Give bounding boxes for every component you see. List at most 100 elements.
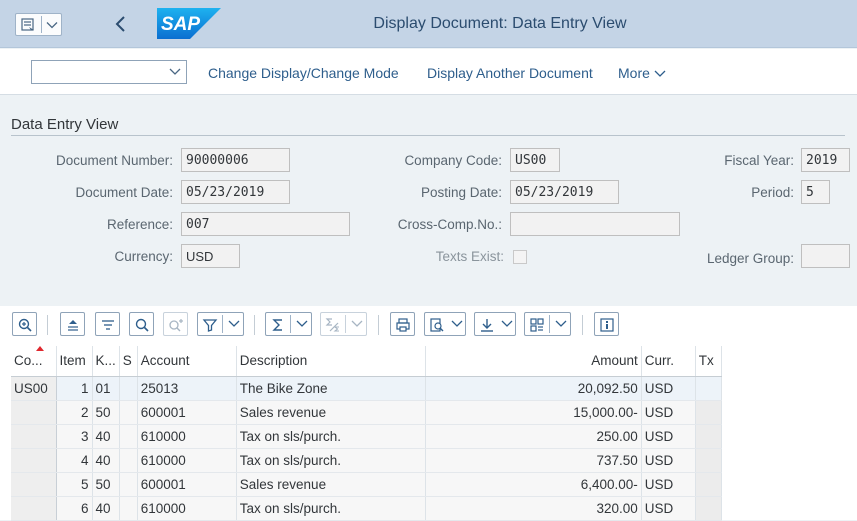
zoom-button[interactable] xyxy=(12,312,37,336)
fiscal-year-label: Fiscal Year: xyxy=(724,153,794,168)
column-header-company-code[interactable]: Co... xyxy=(11,346,57,377)
cell-tx xyxy=(695,424,722,449)
cross-comp-no-field[interactable] xyxy=(510,212,680,236)
filter-button[interactable] xyxy=(197,312,244,336)
column-header-currency[interactable]: Curr. xyxy=(641,346,696,377)
info-button[interactable] xyxy=(594,312,619,336)
toolbar-separator xyxy=(378,315,379,335)
document-date-field[interactable]: 05/23/2019 xyxy=(181,180,290,204)
cell-account: 25013 xyxy=(137,376,237,401)
cell-item: 1 xyxy=(56,376,93,401)
chevron-down-icon xyxy=(555,320,567,327)
sort-ascending-button[interactable] xyxy=(60,312,85,336)
fiscal-year-field[interactable]: 2019 xyxy=(801,148,850,172)
column-header-item[interactable]: Item xyxy=(56,346,93,377)
cell-s xyxy=(119,424,138,449)
toolbar-separator xyxy=(47,315,48,335)
change-mode-button[interactable]: Change Display/Change Mode xyxy=(208,65,399,81)
cell-company-code: US00 xyxy=(11,376,57,401)
table-header-row: Co... Item K... S Account Description Am… xyxy=(11,346,722,377)
sap-logo: SAP xyxy=(157,8,221,39)
column-header-amount[interactable]: Amount xyxy=(425,346,642,377)
column-header-posting-key[interactable]: K... xyxy=(92,346,120,377)
table-row[interactable]: US00 1 01 25013 The Bike Zone 20,092.50 … xyxy=(11,376,722,401)
button-separator xyxy=(222,315,223,333)
page-title: Display Document: Data Entry View xyxy=(373,15,627,32)
button-separator xyxy=(345,315,346,333)
find-button[interactable] xyxy=(129,312,154,336)
more-label: More xyxy=(618,65,650,81)
line-items-table-area: Co... Item K... S Account Description Am… xyxy=(0,346,857,521)
display-another-document-button[interactable]: Display Another Document xyxy=(427,65,593,81)
cell-currency: USD xyxy=(641,448,696,473)
table-row[interactable]: 3 40 610000 Tax on sls/purch. 250.00 USD xyxy=(11,424,722,449)
cell-description: Tax on sls/purch. xyxy=(236,448,426,473)
cell-description: Tax on sls/purch. xyxy=(236,496,426,521)
table-row[interactable]: 4 40 610000 Tax on sls/purch. 737.50 USD xyxy=(11,448,722,473)
cell-item: 6 xyxy=(56,496,93,521)
menu-button[interactable] xyxy=(15,13,62,36)
cell-company-code xyxy=(11,400,57,425)
cell-posting-key: 01 xyxy=(92,376,120,401)
shell-bar: SAP Display Document: Data Entry View xyxy=(0,0,857,48)
layout-icon xyxy=(530,318,544,332)
export-button[interactable] xyxy=(474,312,516,336)
info-icon xyxy=(600,318,614,332)
reference-label: Reference: xyxy=(106,217,173,232)
cell-currency: USD xyxy=(641,400,696,425)
cross-comp-no-label: Cross-Comp.No.: xyxy=(397,217,502,232)
toolbar-separator xyxy=(582,315,583,335)
grid-toolbar xyxy=(0,306,857,346)
line-items-table: Co... Item K... S Account Description Am… xyxy=(11,346,722,521)
document-date-label: Document Date: xyxy=(75,185,173,200)
chevron-down-icon xyxy=(654,70,666,78)
cell-amount: 20,092.50 xyxy=(425,376,642,401)
cell-tx xyxy=(695,376,722,401)
column-header-s[interactable]: S xyxy=(119,346,138,377)
align-top-icon xyxy=(68,320,78,331)
ledger-group-label: Ledger Group: xyxy=(706,251,794,266)
action-dropdown[interactable] xyxy=(31,60,187,84)
cell-company-code xyxy=(11,424,57,449)
cell-posting-key: 40 xyxy=(92,448,120,473)
column-header-description[interactable]: Description xyxy=(236,346,426,377)
filter-lines-icon xyxy=(102,320,114,330)
cell-posting-key: 40 xyxy=(92,424,120,449)
cell-tx xyxy=(695,472,722,497)
company-code-field[interactable]: US00 xyxy=(510,148,560,172)
more-menu-button[interactable]: More xyxy=(618,65,666,81)
section-title: Data Entry View xyxy=(11,116,119,133)
cell-currency: USD xyxy=(641,472,696,497)
print-button[interactable] xyxy=(390,312,415,336)
column-header-tx[interactable]: Tx xyxy=(695,346,722,377)
total-button[interactable] xyxy=(265,312,312,336)
filter-icon xyxy=(202,319,218,332)
menu-icon xyxy=(21,18,34,31)
currency-field[interactable]: USD xyxy=(181,244,240,268)
table-row[interactable]: 6 40 610000 Tax on sls/purch. 320.00 USD xyxy=(11,496,722,521)
texts-exist-label: Texts Exist: xyxy=(435,249,504,264)
ledger-group-field[interactable] xyxy=(801,244,850,268)
application-toolbar: Change Display/Change Mode Display Anoth… xyxy=(0,49,857,95)
sort-descending-button[interactable] xyxy=(95,312,120,336)
subtotal-button[interactable] xyxy=(320,312,367,336)
table-row[interactable]: 2 50 600001 Sales revenue 15,000.00- USD xyxy=(11,400,722,425)
document-number-field[interactable]: 90000006 xyxy=(181,148,290,172)
export-icon xyxy=(481,319,493,332)
period-label: Period: xyxy=(751,185,794,200)
column-header-account[interactable]: Account xyxy=(137,346,237,377)
cell-description: The Bike Zone xyxy=(236,376,426,401)
find-next-button[interactable] xyxy=(163,312,188,336)
button-separator xyxy=(290,315,291,333)
chevron-down-icon xyxy=(228,320,240,327)
period-field[interactable]: 5 xyxy=(801,180,830,204)
posting-date-field[interactable]: 05/23/2019 xyxy=(510,180,619,204)
back-icon[interactable] xyxy=(110,12,132,36)
cell-amount: 250.00 xyxy=(425,424,642,449)
reference-field[interactable]: 007 xyxy=(181,212,350,236)
layout-button[interactable] xyxy=(524,312,571,336)
table-row[interactable]: 5 50 600001 Sales revenue 6,400.00- USD xyxy=(11,472,722,497)
cell-amount: 320.00 xyxy=(425,496,642,521)
texts-exist-checkbox xyxy=(513,250,527,264)
print-preview-button[interactable] xyxy=(424,312,466,336)
